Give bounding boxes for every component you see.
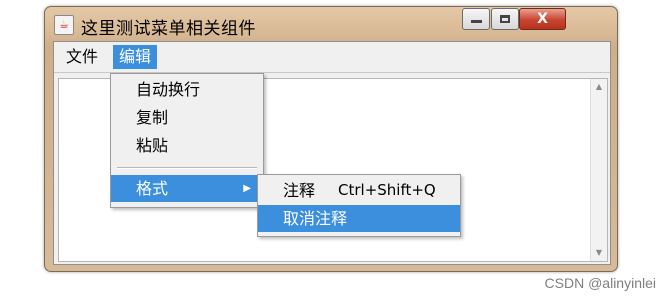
minimize-icon: [470, 20, 482, 23]
window-title: 这里测试菜单相关组件: [81, 19, 256, 39]
menu-item-label: 粘贴: [136, 136, 169, 155]
close-button[interactable]: X: [519, 8, 566, 30]
minimize-button[interactable]: [462, 8, 490, 30]
menu-bar: 文件 编辑: [54, 42, 610, 73]
menu-item-uncomment[interactable]: 取消注释: [258, 205, 460, 232]
watermark: CSDN @alinyinlei: [544, 275, 656, 291]
menu-file[interactable]: 文件: [60, 45, 104, 69]
menu-item-format[interactable]: 格式 ▶: [111, 175, 263, 202]
menu-item-auto-wrap[interactable]: 自动换行: [111, 77, 263, 103]
submenu-arrow-icon: ▶: [243, 183, 251, 194]
menu-item-label: 格式: [136, 179, 169, 198]
format-submenu: 注释 Ctrl+Shift+Q 取消注释: [257, 174, 461, 237]
menu-item-copy[interactable]: 复制: [111, 105, 263, 131]
menu-item-accelerator: Ctrl+Shift+Q: [338, 181, 436, 199]
menu-item-label: 取消注释: [283, 209, 348, 228]
java-coffee-icon[interactable]: ☕: [54, 15, 74, 35]
maximize-icon: [500, 15, 510, 23]
menu-edit[interactable]: 编辑: [113, 45, 158, 69]
menu-item-label: 复制: [136, 108, 169, 127]
menu-item-comment[interactable]: 注释 Ctrl+Shift+Q: [258, 177, 460, 204]
scroll-up-icon[interactable]: ▲: [591, 79, 607, 95]
maximize-button[interactable]: [491, 8, 519, 30]
vertical-scrollbar[interactable]: ▲ ▼: [590, 79, 607, 261]
menu-separator: [117, 167, 257, 169]
close-icon: X: [537, 11, 548, 27]
edit-menu-dropdown: 自动换行 复制 粘贴 格式 ▶: [110, 73, 264, 208]
menu-item-paste[interactable]: 粘贴: [111, 133, 263, 159]
menu-item-label: 自动换行: [136, 80, 201, 99]
title-bar[interactable]: ☕ 这里测试菜单相关组件 X: [45, 7, 617, 41]
menu-item-label: 注释: [283, 181, 316, 200]
scroll-down-icon[interactable]: ▼: [591, 245, 607, 261]
